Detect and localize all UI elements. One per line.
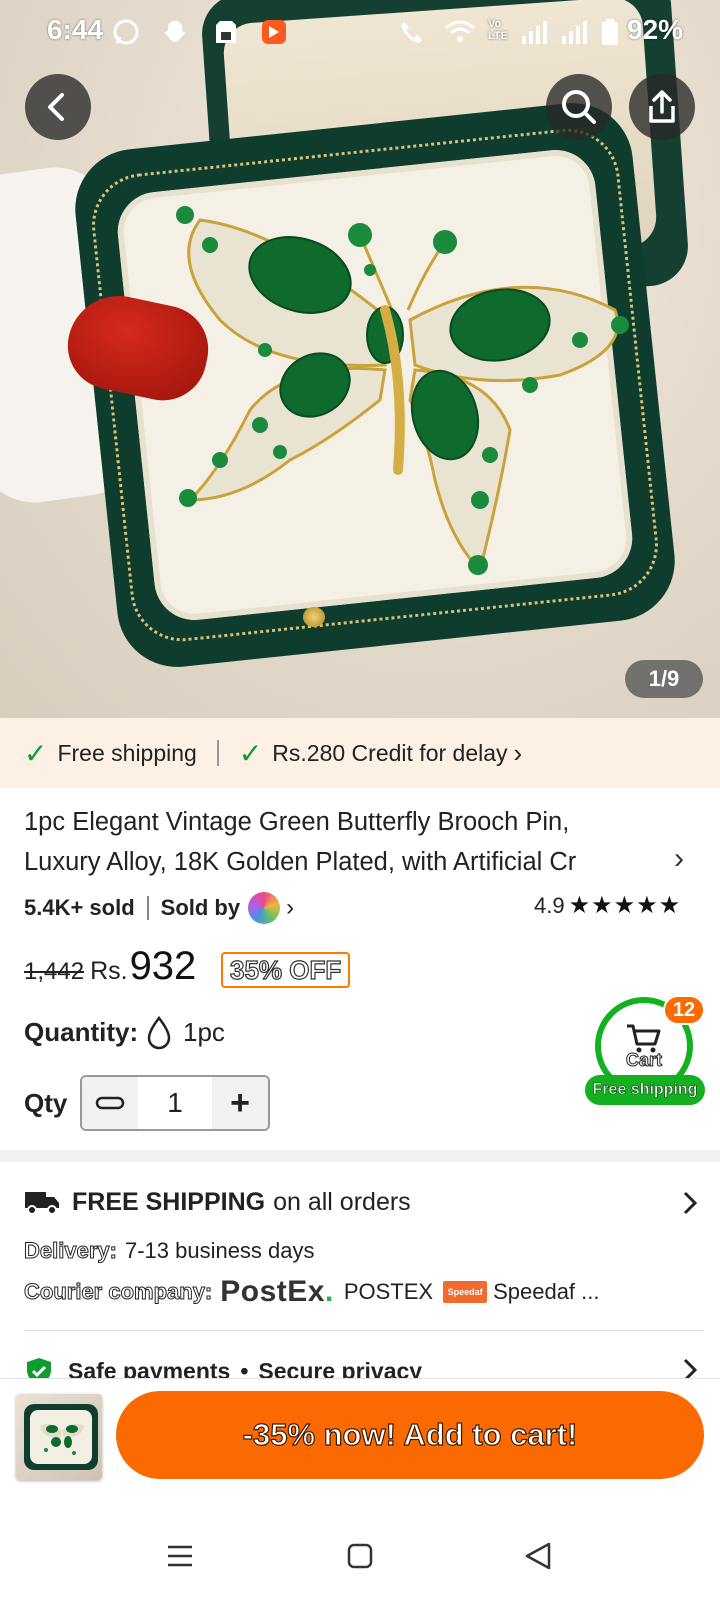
menu-button[interactable] [160,1536,200,1576]
product-image-gallery[interactable] [0,0,720,718]
app-icon [262,20,286,44]
quantity-option[interactable]: 1pc [183,1017,225,1048]
free-shipping-headline: FREE SHIPPING [72,1187,266,1216]
benefits-strip[interactable]: ✓ Free shipping ✓ Rs.280 Credit for dela… [0,718,720,788]
snapchat-icon [164,21,186,42]
section-divider [0,1150,720,1162]
cart-count-badge: 12 [663,995,705,1025]
sale-price: 932 [129,944,197,988]
check-icon: ✓ [238,737,263,769]
wifi-icon [445,20,475,42]
free-shipping-benefit: Free shipping [57,739,197,766]
image-counter: 1/9 [625,660,703,698]
delivery-value: 7-13 business days [124,1238,315,1263]
seller-avatar[interactable] [248,892,281,924]
add-to-cart-button[interactable]: -35% now! Add to cart! [116,1391,704,1479]
nav-back-button[interactable] [518,1536,558,1576]
chevron-right-icon[interactable]: › [674,842,684,876]
rating[interactable]: 4.9 ★★★★★ [534,891,681,920]
thumbnail-butterfly-part [40,1423,84,1455]
battery-percentage: 92% [627,14,684,45]
menu-icon [168,1545,192,1567]
currency: Rs. [90,957,128,985]
rating-value: 4.9 [534,892,565,918]
quantity-stepper[interactable]: 1 + [80,1075,270,1131]
box-clasp-image-part [303,607,325,627]
status-time: 6:44 [47,14,104,45]
sold-count: 5.4K+ sold [24,895,135,920]
signal-icon [522,21,547,44]
search-icon [562,90,596,124]
check-icon: ✓ [24,737,48,769]
postex-logo-text: PostEx [220,1275,325,1308]
credit-benefit: Rs.280 Credit for delay [272,739,508,766]
status-bar: 6:44 Vo LTE 92% [0,0,720,64]
back-button[interactable] [25,74,91,140]
nav-back-triangle-icon [525,1542,551,1570]
home-button[interactable] [340,1536,380,1576]
chevron-right-icon[interactable] [680,1189,700,1217]
product-title-line2: Luxury Alloy, 18K Golden Plated, with Ar… [24,848,577,876]
product-title-line1: 1pc Elegant Vintage Green Butterfly Broo… [24,808,570,836]
free-shipping-subtext: on all orders [273,1187,411,1216]
free-shipping-row[interactable]: FREE SHIPPING on all orders [24,1182,704,1222]
benefit-divider [216,740,219,766]
courier-row: Courier company: PostEx. POSTEX Speedaf … [23,1275,600,1309]
product-thumbnail[interactable] [16,1394,102,1480]
quantity-value[interactable]: 1 [138,1077,212,1129]
back-arrow-icon [48,93,64,121]
share-icon [649,90,675,123]
cart-free-shipping-label: Free shipping [585,1075,705,1105]
product-title[interactable]: 1pc Elegant Vintage Green Butterfly Broo… [24,802,664,882]
system-navigation-bar [0,1498,720,1600]
speedaf-logo: Speedaf [443,1281,488,1303]
whatsapp-icon [113,19,139,45]
minus-icon [95,1096,125,1110]
delivery-row: Delivery: 7-13 business days [24,1238,315,1264]
qty-label: Qty [24,1088,68,1118]
discount-badge: 35% OFF [221,952,351,988]
wifi-call-icon [401,22,422,43]
bottom-action-bar: -35% now! Add to cart! [0,1378,720,1498]
water-drop-icon [147,1016,171,1050]
chevron-right-icon[interactable]: › [286,894,294,922]
butterfly-brooch-image [176,206,629,575]
share-button[interactable] [629,74,695,140]
delivery-label: Delivery: [24,1238,118,1264]
search-button[interactable] [546,74,612,140]
price-row: 1,442 Rs. 932 [24,944,196,994]
courier-label: Courier company: [23,1279,213,1305]
speedaf-name: Speedaf ... [493,1279,600,1304]
original-price: 1,442 [24,958,85,985]
battery-icon [602,19,618,45]
sim-card-icon [216,21,236,43]
quantity-label: Quantity: [24,1017,139,1047]
decrement-button[interactable] [82,1077,138,1129]
volte-icon: Vo LTE [488,18,508,42]
increment-button[interactable]: + [212,1077,268,1129]
signal-icon-2 [562,21,587,44]
meta-divider [146,896,149,920]
cart-label: Cart [625,1049,662,1070]
sold-by-label[interactable]: Sold by [161,895,240,921]
star-rating-icon: ★★★★★ [568,892,682,919]
postex-name: POSTEX [343,1279,434,1304]
postex-logo-dot: . [324,1275,334,1308]
floating-cart-button[interactable]: Cart 12 Free shipping [585,995,705,1107]
postex-logo: PostEx. [220,1275,334,1309]
home-square-icon [347,1543,373,1569]
chevron-right-icon: › [513,737,523,768]
truck-icon [25,1192,59,1215]
divider [24,1330,704,1331]
